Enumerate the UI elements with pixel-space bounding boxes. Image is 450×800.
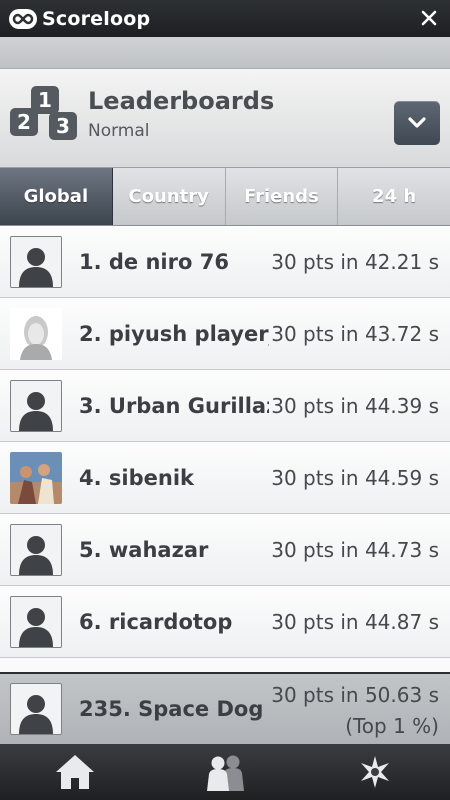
player-score: 30 pts in 44.39 s — [271, 394, 439, 418]
scoreloop-logo: Scoreloop — [9, 8, 150, 30]
list-item[interactable]: 4. sibenik 30 pts in 44.59 s — [0, 442, 450, 514]
current-user-rank[interactable]: 235. Space Dog 30 pts in 50.63 s (Top 1 … — [0, 672, 450, 744]
discover-button[interactable] — [300, 744, 450, 800]
friends-button[interactable] — [150, 744, 300, 800]
default-avatar-icon — [10, 596, 62, 648]
default-avatar-icon — [10, 380, 62, 432]
mode-dropdown-button[interactable] — [394, 101, 440, 145]
people-icon — [207, 755, 244, 791]
rank-digit: 1 — [31, 86, 59, 114]
sparkle-icon — [361, 756, 389, 788]
player-score: 30 pts in 44.73 s — [271, 538, 439, 562]
photo-avatar — [10, 452, 62, 504]
tab-global[interactable]: Global — [0, 168, 113, 225]
infinity-icon — [9, 8, 37, 29]
player-score: 30 pts in 44.87 s — [271, 610, 439, 634]
player-name: 235. Space Dog — [79, 697, 264, 721]
player-name: 2. piyush player_5 — [79, 322, 269, 346]
player-name: 6. ricardotop — [79, 610, 233, 634]
player-score: 30 pts in 42.21 s — [271, 250, 439, 274]
close-button[interactable] — [416, 5, 442, 31]
close-icon — [421, 10, 437, 26]
rank-percentile: (Top 1 %) — [345, 714, 439, 738]
list-item[interactable]: 1. de niro 76 30 pts in 42.21 s — [0, 226, 450, 298]
leaderboard-header: 2 1 3 Leaderboards Normal — [0, 68, 450, 168]
chevron-down-icon — [408, 117, 426, 128]
list-item[interactable]: 6. ricardotop 30 pts in 44.87 s — [0, 586, 450, 658]
player-score: 30 pts in 44.59 s — [271, 466, 439, 490]
scope-tabs: Global Country Friends 24 h — [0, 168, 450, 226]
home-icon — [56, 755, 94, 789]
bottom-nav — [0, 744, 450, 800]
tab-friends[interactable]: Friends — [226, 168, 339, 225]
list-item[interactable]: 3. Urban Gurillaz 30 pts in 44.39 s — [0, 370, 450, 442]
tab-24h[interactable]: 24 h — [338, 168, 450, 225]
tab-country[interactable]: Country — [113, 168, 226, 225]
title-spacer — [0, 37, 450, 68]
list-item[interactable]: 5. wahazar 30 pts in 44.73 s — [0, 514, 450, 586]
default-avatar-icon — [10, 236, 62, 288]
default-avatar-icon — [10, 524, 62, 576]
list-item[interactable]: 2. piyush player_5 30 pts in 43.72 s — [0, 298, 450, 370]
rank-digit: 3 — [49, 112, 77, 140]
player-name: 1. de niro 76 — [79, 250, 229, 274]
player-score: 30 pts in 50.63 s — [271, 683, 439, 707]
photo-avatar — [10, 308, 62, 360]
player-name: 5. wahazar — [79, 538, 209, 562]
player-name: 4. sibenik — [79, 466, 194, 490]
player-score: 30 pts in 43.72 s — [271, 322, 439, 346]
mode-subtitle: Normal — [88, 121, 150, 141]
default-avatar-icon — [10, 683, 62, 735]
leaderboard-list[interactable]: 1. de niro 76 30 pts in 42.21 s 2. piyus… — [0, 226, 450, 672]
leaderboard-icon: 2 1 3 — [10, 86, 78, 144]
player-name: 3. Urban Gurillaz — [79, 394, 269, 418]
app-bar: Scoreloop — [0, 0, 450, 37]
page-title: Leaderboards — [88, 87, 275, 115]
app-name: Scoreloop — [42, 7, 151, 30]
home-button[interactable] — [0, 744, 150, 800]
